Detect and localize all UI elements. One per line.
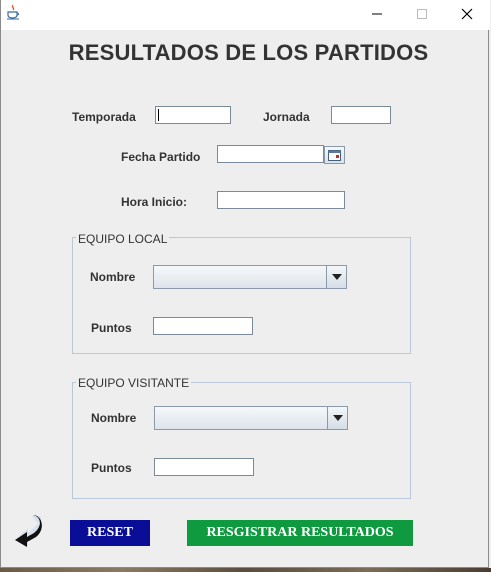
temporada-input[interactable]: [155, 106, 231, 124]
maximize-icon: [417, 9, 427, 19]
desktop-background-strip: [0, 568, 491, 572]
equipo-visitante-group: [72, 382, 411, 499]
equipo-visitante-title: EQUIPO VISITANTE: [76, 376, 192, 390]
text-caret: [158, 109, 159, 121]
chevron-down-icon: [331, 274, 342, 280]
visitante-nombre-label: Nombre: [91, 411, 137, 425]
visitante-puntos-label: Puntos: [91, 461, 132, 475]
local-puntos-input[interactable]: [153, 317, 253, 335]
temporada-label: Temporada: [72, 110, 136, 124]
calendar-icon: [328, 149, 341, 161]
reset-button[interactable]: RESET: [70, 520, 150, 546]
minimize-icon: [372, 13, 382, 15]
jornada-input[interactable]: [331, 106, 391, 124]
minimize-button[interactable]: [354, 0, 400, 28]
visitante-nombre-select[interactable]: [154, 406, 348, 430]
close-icon: [461, 8, 473, 20]
title-bar: [1, 0, 490, 30]
local-nombre-select[interactable]: [153, 265, 347, 289]
app-window: RESULTADOS DE LOS PARTIDOS Temporada Jor…: [0, 0, 490, 568]
jornada-label: Jornada: [263, 110, 310, 124]
chevron-down-icon: [332, 415, 343, 421]
fecha-partido-input[interactable]: [217, 145, 324, 163]
local-dropdown-arrow[interactable]: [326, 266, 346, 288]
local-nombre-label: Nombre: [90, 270, 136, 284]
equipo-local-title: EQUIPO LOCAL: [76, 232, 170, 246]
hora-inicio-label: Hora Inicio:: [121, 195, 188, 209]
maximize-button[interactable]: [399, 0, 445, 28]
java-cup-icon: [7, 4, 19, 20]
local-puntos-label: Puntos: [91, 321, 132, 335]
back-button[interactable]: [12, 513, 44, 547]
page-title: RESULTADOS DE LOS PARTIDOS: [68, 40, 429, 65]
back-arrow-icon: [15, 515, 42, 547]
visitante-puntos-input[interactable]: [154, 458, 254, 476]
equipo-local-group: [72, 237, 411, 354]
register-results-button[interactable]: RESGISTRAR RESULTADOS: [187, 520, 413, 546]
calendar-button[interactable]: [324, 146, 345, 164]
close-button[interactable]: [444, 0, 490, 28]
fecha-partido-label: Fecha Partido: [121, 150, 201, 164]
visitante-dropdown-arrow[interactable]: [327, 407, 347, 429]
hora-inicio-input[interactable]: [217, 191, 345, 209]
